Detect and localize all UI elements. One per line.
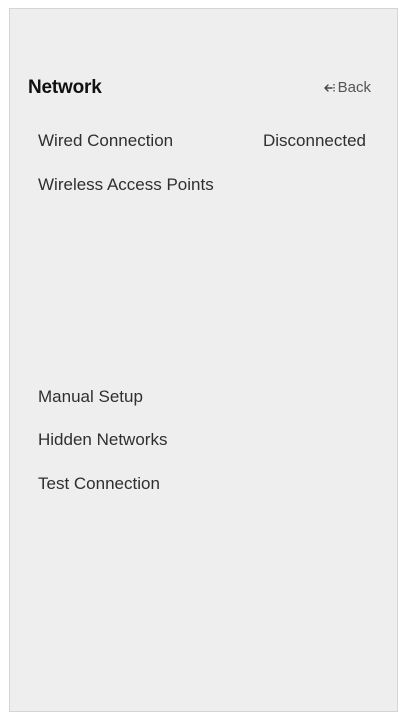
page-title: Network	[28, 77, 102, 98]
menu-item-hidden-networks[interactable]: Hidden Networks	[38, 430, 167, 450]
menu-item-wired-connection[interactable]: Wired Connection Disconnected	[38, 131, 366, 151]
menu-item-test-connection[interactable]: Test Connection	[38, 474, 160, 494]
wired-connection-status: Disconnected	[262, 131, 366, 150]
back-arrow-icon	[323, 83, 335, 92]
back-button[interactable]: Back	[323, 79, 371, 96]
menu-item-manual-setup[interactable]: Manual Setup	[38, 387, 143, 407]
wired-connection-label: Wired Connection	[38, 131, 174, 150]
back-label: Back	[337, 79, 371, 96]
menu-item-wireless-access-points[interactable]: Wireless Access Points	[38, 175, 214, 195]
network-settings-panel: Network Back Wired Connection Disconnect…	[9, 8, 398, 712]
